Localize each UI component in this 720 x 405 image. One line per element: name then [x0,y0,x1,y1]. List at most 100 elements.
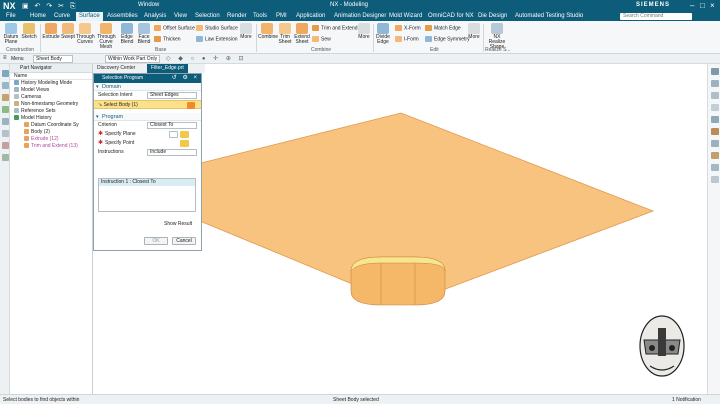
instructions-list[interactable]: Instruction 1 : Closest To [98,178,196,212]
edge-symmetry-button[interactable]: Edge Symmetry [425,36,470,42]
tree-item[interactable]: Cameras [10,94,92,101]
tab-curve[interactable]: Curve [54,13,70,19]
history-icon[interactable] [2,118,9,125]
menu-icon[interactable]: ≡ [3,55,7,61]
trim-sheet-button[interactable]: Trim Sheet [276,23,294,45]
plane-dialog-icon[interactable] [180,131,189,138]
close-icon[interactable]: × [710,1,715,10]
more-base-button[interactable]: More [237,23,255,40]
tree-item[interactable]: Reference Sets [10,108,92,115]
sew-button[interactable]: Sew [312,36,331,42]
pan-icon[interactable] [711,104,719,111]
tab-omnicad[interactable]: OmniCAD for NX [428,13,474,19]
perspective-icon[interactable] [711,176,719,183]
offset-surface-button[interactable]: Offset Surface [154,25,195,31]
more-combine-button[interactable]: More [355,23,373,40]
command-search-box[interactable]: Search Command [620,13,692,20]
i-form-button[interactable]: I-Form [395,36,419,42]
tab-selection[interactable]: Selection [195,13,220,19]
combine-button[interactable]: Combine [258,23,278,40]
tab-assemblies[interactable]: Assemblies [107,13,138,19]
studio-surface-button[interactable]: Studio Surface [196,25,238,31]
tab-animation-designer[interactable]: Animation Designer [334,13,386,19]
assembly-navigator-icon[interactable] [2,82,9,89]
tab-filter-edge[interactable]: Filter_Edge.prt [147,64,188,73]
tab-application[interactable]: Application [296,13,325,19]
criterion-dropdown[interactable]: Closest To [147,122,197,129]
tree-item[interactable]: Non-timestamp Geometry [10,101,92,108]
tab-pmi[interactable]: PMI [276,13,287,19]
list-item[interactable]: Instruction 1 : Closest To [99,179,195,186]
thicken-button[interactable]: Thicken [154,36,181,42]
tab-render[interactable]: Render [227,13,247,19]
rotate-icon[interactable] [711,92,719,99]
type-filter-dropdown[interactable]: Sheet Body [33,55,73,63]
navigator-column-header[interactable]: Name [10,73,92,80]
process-studio-icon[interactable] [2,142,9,149]
quick-access-icons[interactable]: ▣ ↶ ↷ ✂ ⎘ [22,2,78,11]
tab-die-design[interactable]: Die Design [478,13,507,19]
ok-button[interactable]: OK [144,237,168,245]
point-dialog-icon[interactable] [180,140,189,147]
edge-blend-button[interactable]: Edge Blend [118,23,136,45]
show-hide-icon[interactable] [711,164,719,171]
more-edit-button[interactable]: More [465,23,483,40]
tree-item[interactable]: Model History [10,115,92,122]
plane-orient-icon[interactable] [169,131,178,138]
part-navigator-icon[interactable] [2,70,9,77]
tree-item[interactable]: Body (2) [10,129,92,136]
zoom-icon[interactable] [711,80,719,87]
instructions-dropdown[interactable]: Include [147,149,197,156]
selection-intent-dropdown[interactable]: Sheet Edges [147,92,197,99]
maximize-icon[interactable]: □ [700,1,705,10]
program-section-header[interactable]: Program [94,113,201,121]
tab-file[interactable]: File [6,13,16,19]
tab-mold-wizard[interactable]: Mold Wizard [389,13,422,19]
web-browser-icon[interactable] [2,130,9,137]
extend-sheet-button[interactable]: Extend Sheet [293,23,311,45]
law-extension-button[interactable]: Law Extension [196,36,238,42]
menu-button[interactable]: Menu [11,56,24,62]
wireframe-icon[interactable] [711,140,719,147]
selection-scope-dropdown[interactable]: Within Work Part Only [105,55,160,63]
tab-automated-testing[interactable]: Automated Testing Studio [515,13,583,19]
tree-item[interactable]: Trim and Extend (13) [10,143,92,150]
window-menu[interactable]: Window [138,2,159,8]
reuse-library-icon[interactable] [2,106,9,113]
specify-plane-row[interactable]: ✱ Specify Plane [94,130,201,139]
tree-item[interactable]: History Modeling Mode [10,80,92,87]
domain-section-header[interactable]: Domain [94,83,201,91]
match-edge-button[interactable]: Match Edge [425,25,461,31]
specify-point-row[interactable]: ✱ Specify Point [94,139,201,148]
roles-icon[interactable] [2,154,9,161]
divide-edge-button[interactable]: Divide Edge [374,23,392,45]
swept-button[interactable]: Swept [59,23,77,40]
trim-and-extend-button[interactable]: Trim and Extend [312,25,358,31]
tab-surface[interactable]: Surface [76,12,103,21]
show-result-label[interactable]: Show Result [164,221,192,227]
tab-discovery-center[interactable]: Discovery Center [93,64,139,73]
sketch-button[interactable]: Sketch [20,23,38,40]
select-body-row[interactable]: ↘ Select Body (1) [94,100,201,109]
shaded-edges-icon[interactable] [711,128,719,135]
cancel-button[interactable]: Cancel [172,237,196,245]
dialog-header-icons[interactable]: ↺ ⚙ × [172,74,199,83]
datum-plane-button[interactable]: Datum Plane [2,23,20,45]
constraint-navigator-icon[interactable] [2,94,9,101]
tab-analysis[interactable]: Analysis [144,13,166,19]
tree-item[interactable]: Datum Coordinate Sy [10,122,92,129]
tree-item[interactable]: Extrude (12) [10,136,92,143]
tab-home[interactable]: Home [30,13,46,19]
tab-tools[interactable]: Tools [253,13,267,19]
x-form-button[interactable]: X-Form [395,25,421,31]
extrude-button[interactable]: Extrude [42,23,60,40]
tab-view[interactable]: View [174,13,187,19]
clip-section-icon[interactable] [711,152,719,159]
nx-realize-shape-button[interactable]: NX Realize Shape [485,23,509,50]
view-orientation-icon[interactable] [711,116,719,123]
through-curve-mesh-button[interactable]: Through Curve Mesh [97,23,116,50]
face-blend-button[interactable]: Face Blend [135,23,153,45]
tree-item[interactable]: Model Views [10,87,92,94]
through-curves-button[interactable]: Through Curves [76,23,95,45]
fit-icon[interactable] [711,68,719,75]
